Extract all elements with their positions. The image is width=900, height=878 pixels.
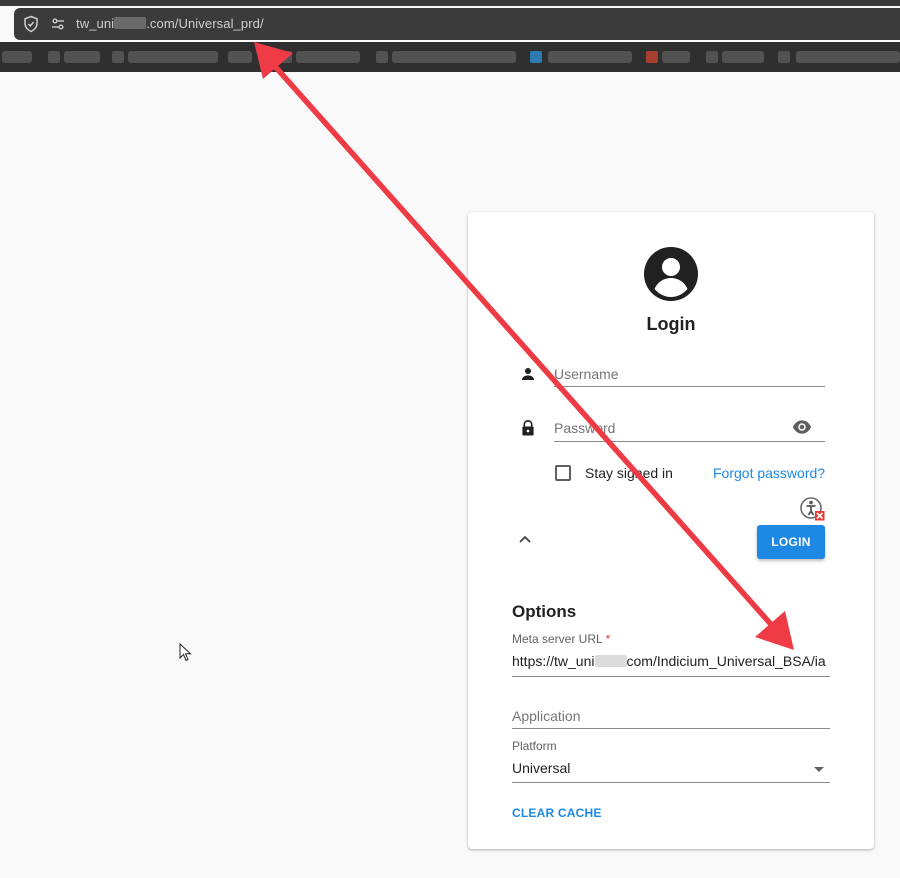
login-title: Login (646, 314, 696, 334)
login-card: Login Username Password Stay signed in F… (468, 212, 874, 849)
bookmarks-bar (0, 42, 900, 72)
mouse-cursor-icon (179, 643, 192, 662)
password-input[interactable]: Password (554, 420, 615, 436)
bookmark[interactable] (722, 51, 764, 63)
bookmark[interactable] (48, 51, 60, 63)
clear-cache-button[interactable]: CLEAR CACHE (512, 806, 602, 820)
bookmark[interactable] (392, 51, 516, 63)
redacted-text (594, 655, 627, 667)
meta-server-url-prefix: https://tw_uni (512, 653, 595, 669)
bookmark[interactable] (778, 51, 790, 63)
stay-signed-in-checkbox[interactable] (555, 465, 571, 481)
bookmark[interactable] (228, 51, 252, 63)
bookmark[interactable] (280, 51, 292, 63)
accessibility-error-icon[interactable] (800, 497, 825, 521)
platform-label: Platform (512, 739, 557, 753)
meta-server-url-suffix: com/Indicium_Universal_BSA/ia (626, 653, 826, 669)
username-underline (554, 386, 825, 387)
chevron-up-icon[interactable] (518, 534, 532, 544)
bookmark[interactable] (128, 51, 218, 63)
account-circle-icon (644, 247, 698, 301)
meta-server-url-input[interactable]: https://tw_uni com/Indicium_Universal_BSA… (512, 653, 830, 669)
platform-underline (512, 782, 830, 783)
browser-top-strip (0, 0, 900, 6)
forgot-password-link[interactable]: Forgot password? (713, 465, 825, 481)
login-button[interactable]: LOGIN (757, 525, 825, 559)
meta-server-url-underline (512, 676, 830, 677)
stay-signed-in-label[interactable]: Stay signed in (585, 465, 673, 481)
eye-icon[interactable] (792, 419, 812, 435)
password-underline (554, 441, 825, 442)
bookmark[interactable] (112, 51, 124, 63)
redacted-text (114, 17, 147, 29)
url-text[interactable]: tw_uni .com/Universal_prd/ (76, 16, 264, 31)
options-heading: Options (512, 602, 577, 621)
platform-select[interactable]: Universal (512, 760, 772, 776)
bookmark[interactable] (530, 51, 542, 63)
bookmark[interactable] (646, 51, 658, 63)
url-suffix: .com/Universal_prd/ (146, 16, 264, 31)
bookmark[interactable] (296, 51, 360, 63)
bookmark[interactable] (376, 51, 388, 63)
bookmark[interactable] (64, 51, 100, 63)
bookmark[interactable] (662, 51, 690, 63)
meta-server-url-label: Meta server URL * (512, 632, 610, 646)
required-mark: * (605, 632, 611, 646)
address-bar[interactable]: tw_uni .com/Universal_prd/ (14, 8, 900, 40)
bookmark[interactable] (796, 51, 900, 63)
bookmark[interactable] (2, 51, 32, 63)
bookmark[interactable] (706, 51, 718, 63)
site-settings-icon[interactable] (49, 15, 67, 33)
person-icon (522, 368, 534, 380)
lock-icon (522, 420, 534, 436)
application-underline (512, 728, 830, 729)
shield-icon[interactable] (22, 15, 40, 33)
bookmark[interactable] (548, 51, 632, 63)
dropdown-arrow-icon[interactable] (814, 767, 824, 773)
username-input[interactable]: Username (554, 366, 619, 382)
application-input[interactable]: Application (512, 708, 581, 724)
url-prefix: tw_uni (76, 16, 115, 31)
meta-server-url-label-text: Meta server URL (512, 632, 603, 646)
